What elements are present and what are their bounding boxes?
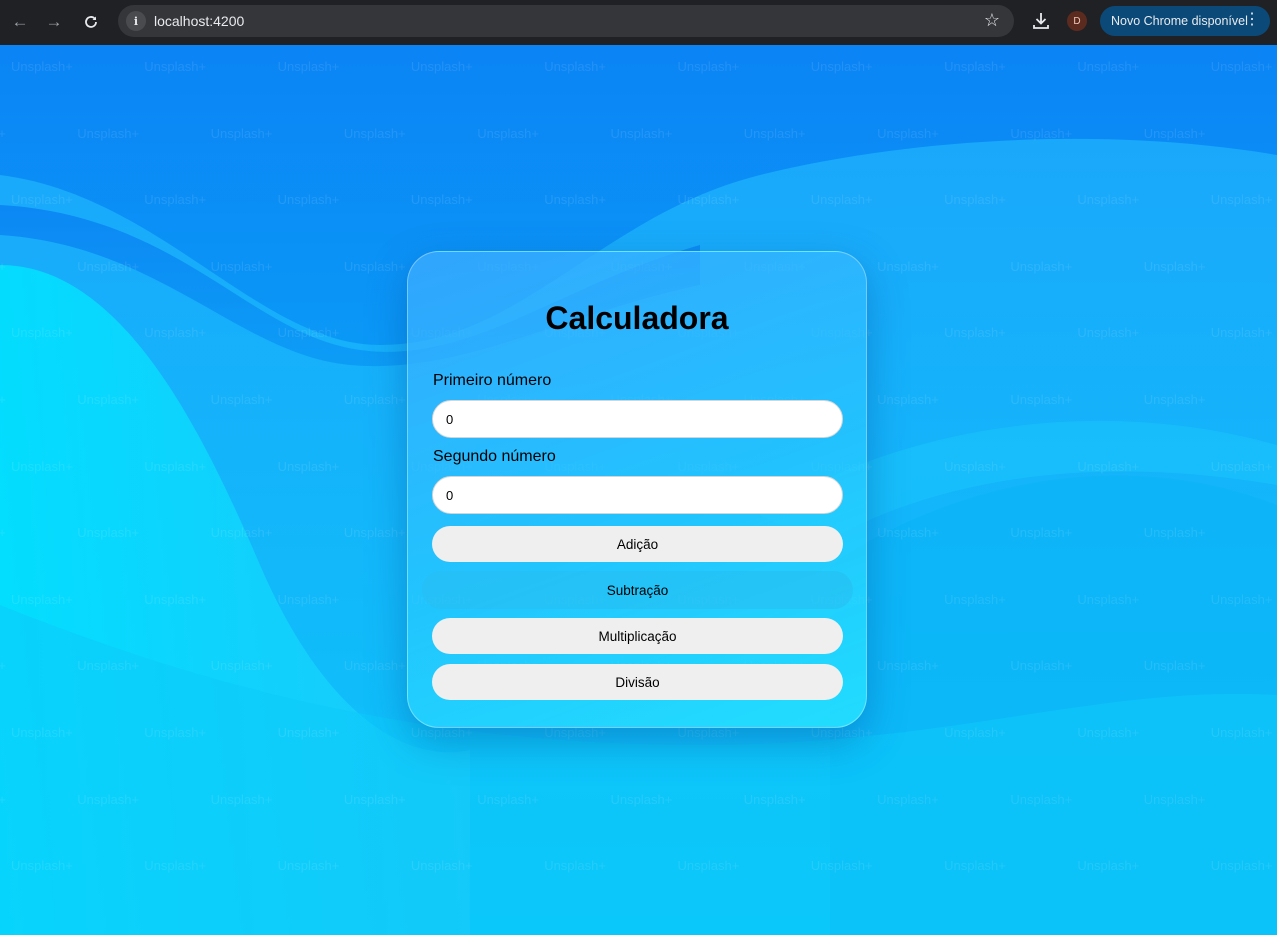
- add-button[interactable]: Adição: [432, 526, 843, 562]
- calculator-card: Calculadora Primeiro número 0 Segundo nú…: [407, 251, 867, 728]
- star-icon[interactable]: ☆: [984, 10, 1000, 31]
- update-label: Novo Chrome disponível: [1111, 14, 1248, 28]
- address-bar[interactable]: i localhost:4200 ☆: [118, 5, 1014, 37]
- first-number-label: Primeiro número: [433, 372, 552, 389]
- divide-button[interactable]: Divisão: [432, 664, 843, 700]
- url-text: localhost:4200: [154, 13, 245, 29]
- info-icon[interactable]: i: [126, 11, 146, 31]
- reload-icon: [85, 16, 97, 28]
- download-icon[interactable]: [1030, 10, 1052, 32]
- arrow-left-icon: ←: [11, 12, 29, 31]
- reload-button[interactable]: [77, 8, 105, 36]
- browser-toolbar: ← → i localhost:4200 ☆ D Novo Chrome dis…: [0, 0, 1277, 45]
- subtract-button[interactable]: Subtração: [422, 571, 853, 609]
- multiply-button[interactable]: Multiplicação: [432, 618, 843, 654]
- page-title: Calculadora: [545, 300, 729, 336]
- back-button[interactable]: ←: [6, 8, 34, 36]
- arrow-right-icon: →: [45, 12, 63, 31]
- second-number-input[interactable]: 0: [432, 476, 843, 514]
- second-number-label: Segundo número: [433, 448, 556, 465]
- forward-button[interactable]: →: [40, 8, 68, 36]
- chrome-update-button[interactable]: Novo Chrome disponível ⋮: [1100, 6, 1270, 36]
- more-vert-icon[interactable]: ⋮: [1244, 11, 1260, 29]
- profile-avatar[interactable]: D: [1067, 11, 1087, 31]
- first-number-input[interactable]: 0: [432, 400, 843, 438]
